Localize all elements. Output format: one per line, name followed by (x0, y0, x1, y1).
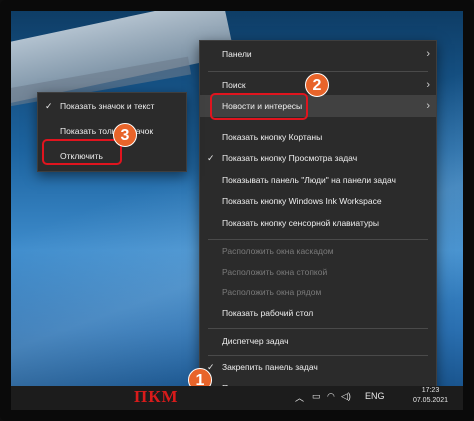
chevron-up-icon[interactable]: ︿ (295, 391, 304, 404)
menu-separator (208, 239, 428, 240)
menu-separator (208, 328, 428, 329)
menu-item-cascade-windows: Расположить окна каскадом (200, 241, 436, 261)
menu-item-label: Показать только значок (60, 126, 154, 136)
menu-item-people-panel[interactable]: Показывать панель "Люди" на панели задач (200, 170, 436, 190)
chevron-right-icon: › (426, 48, 430, 60)
menu-item-label: Показывать панель "Люди" на панели задач (222, 175, 396, 185)
clock-date: 07.05.2021 (412, 397, 448, 404)
submenu-item-show-icon-only[interactable]: Показать только значок (38, 121, 186, 141)
menu-item-task-view-button[interactable]: ✓ Показать кнопку Просмотра задач (200, 148, 436, 168)
right-click-caption: ПКМ (134, 387, 179, 406)
menu-item-label: Поиск (222, 80, 246, 90)
menu-separator (208, 71, 428, 72)
network-icon[interactable]: ▭ (312, 391, 321, 402)
menu-item-panels[interactable]: Панели › (200, 44, 436, 64)
menu-item-lock-taskbar[interactable]: ✓ Закрепить панель задач (200, 357, 436, 377)
wifi-icon[interactable]: ◠ (327, 391, 335, 402)
menu-item-side-by-side: Расположить окна рядом (200, 282, 436, 302)
step-badge-2: 2 (305, 73, 329, 97)
menu-item-label: Панели (222, 49, 252, 59)
screenshot-frame: Панели › Поиск › Новости и интересы › По… (0, 0, 474, 421)
clock[interactable]: 17:23 07.05.2021 (413, 386, 448, 406)
menu-item-label: Закрепить панель задач (222, 362, 318, 372)
chevron-right-icon: › (426, 79, 430, 91)
checkmark-icon: ✓ (207, 153, 215, 163)
menu-item-label: Расположить окна рядом (222, 287, 322, 297)
menu-item-cortana-button[interactable]: Показать кнопку Кортаны (200, 127, 436, 147)
menu-item-label: Расположить окна каскадом (222, 246, 334, 256)
menu-item-ink-workspace[interactable]: Показать кнопку Windows Ink Workspace (200, 191, 436, 211)
menu-item-stack-windows: Расположить окна стопкой (200, 262, 436, 282)
volume-icon[interactable]: ◁) (341, 391, 351, 402)
menu-item-touch-keyboard[interactable]: Показать кнопку сенсорной клавиатуры (200, 213, 436, 233)
menu-item-label: Показать кнопку Кортаны (222, 132, 323, 142)
step-badge-3: 3 (113, 123, 137, 147)
menu-item-label: Диспетчер задач (222, 336, 289, 346)
menu-item-label: Показать значок и текст (60, 101, 155, 111)
checkmark-icon: ✓ (45, 101, 53, 111)
chevron-right-icon: › (426, 100, 430, 112)
menu-separator (208, 355, 428, 356)
menu-item-label: Показать кнопку Windows Ink Workspace (222, 196, 382, 206)
menu-item-task-manager[interactable]: Диспетчер задач (200, 331, 436, 351)
menu-item-label: Показать кнопку Просмотра задач (222, 153, 358, 163)
highlight-disable-item (42, 139, 122, 165)
taskbar[interactable]: ПКМ ︿ ▭ ◠ ◁) ENG 17:23 07.05.2021 (11, 386, 463, 410)
menu-item-label: Расположить окна стопкой (222, 267, 328, 277)
menu-item-show-desktop[interactable]: Показать рабочий стол (200, 303, 436, 323)
menu-item-label: Показать рабочий стол (222, 308, 314, 318)
clock-time: 17:23 (421, 387, 440, 394)
menu-item-label: Показать кнопку сенсорной клавиатуры (222, 218, 379, 228)
highlight-news-item (210, 93, 308, 120)
language-indicator[interactable]: ENG (365, 391, 385, 401)
submenu-item-show-icon-and-text[interactable]: ✓ Показать значок и текст (38, 96, 186, 116)
